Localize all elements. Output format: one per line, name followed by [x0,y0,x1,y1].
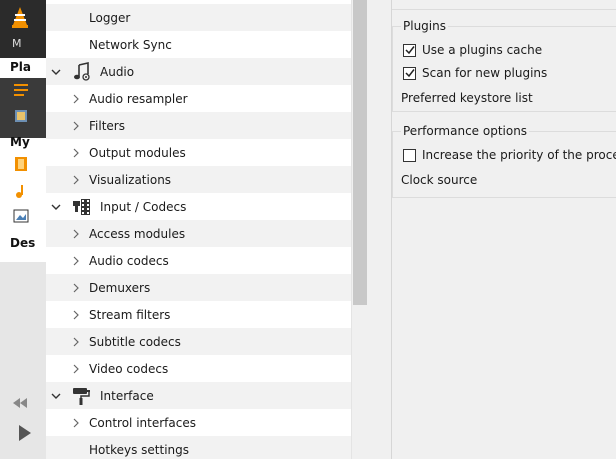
tree-item-label: Output modules [89,145,186,160]
tree-item-demuxers[interactable]: Demuxers [46,274,351,301]
vlc-cone-icon [12,7,28,28]
tree-item-audio[interactable]: Audio [46,58,351,85]
background-devices-label: Des [10,236,36,250]
tree-item-label: Visualizations [89,172,172,187]
tree-item-label: Audio resampler [89,91,188,106]
tree-item-label: Audio codecs [89,253,169,268]
checkmark-icon [404,46,415,55]
tree-item-label: Control interfaces [89,415,196,430]
chevron-down-icon[interactable] [50,201,62,213]
increase-priority-option[interactable]: Increase the priority of the process [403,148,616,162]
scan-new-plugins-label: Scan for new plugins [422,66,548,80]
playlist-icon [14,84,28,96]
use-plugins-cache-option[interactable]: Use a plugins cache [403,43,542,57]
media-library-icon [15,110,27,122]
increase-priority-label: Increase the priority of the process [422,148,616,162]
previous-group-bottom [392,0,616,10]
chevron-right-icon[interactable] [70,174,82,186]
film-icon [15,157,27,171]
background-my-computer-label: My [10,135,30,149]
tree-item-audio-resampler[interactable]: Audio resampler [46,85,351,112]
preferences-tree[interactable]: Logger Network Sync Audio Audio resample… [46,0,351,459]
tree-item-hotkeys-settings[interactable]: Hotkeys settings [46,436,351,459]
tree-item-label: Stream filters [89,307,171,322]
rewind-icon [13,398,27,408]
tree-item-stream-filters[interactable]: Stream filters [46,301,351,328]
tree-item-label: Video codecs [89,361,169,376]
tree-item-label: Audio [100,64,135,79]
tree-item-visualizations[interactable]: Visualizations [46,166,351,193]
chevron-right-icon[interactable] [70,363,82,375]
tree-item-output-modules[interactable]: Output modules [46,139,351,166]
tree-item-control-interfaces[interactable]: Control interfaces [46,409,351,436]
clock-source-row: Clock source [401,173,477,187]
tree-item-label: Access modules [89,226,186,241]
clock-source-label: Clock source [401,173,478,187]
chevron-right-icon[interactable] [70,336,82,348]
tree-item-label: Logger [89,10,131,25]
performance-group-title: Performance options [401,124,530,138]
background-playlist-label: Pla [10,60,32,74]
music-note-icon [74,62,90,81]
tree-item-access-modules[interactable]: Access modules [46,220,351,247]
chevron-right-icon[interactable] [70,309,82,321]
tree-item-filters[interactable]: Filters [46,112,351,139]
chevron-right-icon[interactable] [70,228,82,240]
chevron-down-icon[interactable] [50,390,62,402]
music-icon [16,185,23,198]
tree-item-audio-codecs[interactable]: Audio codecs [46,247,351,274]
tree-item-interface[interactable]: Interface [46,382,351,409]
use-plugins-cache-label: Use a plugins cache [422,43,543,57]
increase-priority-checkbox[interactable] [403,148,416,162]
preferred-keystore-label: Preferred keystore list [401,91,533,105]
performance-group: Performance options Increase the priorit… [392,124,616,198]
chevron-right-icon[interactable] [70,93,82,105]
use-plugins-cache-checkbox[interactable] [403,43,416,57]
play-icon [19,425,31,441]
preferred-keystore-row: Preferred keystore list [401,91,533,105]
scan-new-plugins-option[interactable]: Scan for new plugins [403,66,547,80]
tree-item-label: Network Sync [89,37,172,52]
background-media-label: M [12,37,22,50]
tree-item-label: Subtitle codecs [89,334,181,349]
chevron-right-icon[interactable] [70,120,82,132]
tree-scrollbar[interactable] [351,0,367,459]
chevron-down-icon[interactable] [50,66,62,78]
background-main-window: M Pla My Des [0,0,46,459]
tree-item-label: Hotkeys settings [89,442,189,457]
tree-item-video-codecs[interactable]: Video codecs [46,355,351,382]
plugins-group-title: Plugins [401,19,448,33]
paint-roller-icon [73,388,90,405]
chevron-right-icon[interactable] [70,147,82,159]
chevron-right-icon[interactable] [70,255,82,267]
settings-panel: Plugins Use a plugins cache Scan for new… [367,0,616,459]
tree-item-label: Interface [100,388,154,403]
chevron-right-icon[interactable] [70,282,82,294]
scan-new-plugins-checkbox[interactable] [403,66,416,80]
pictures-icon [13,209,29,223]
tree-item-input-codecs[interactable]: Input / Codecs [46,193,351,220]
input-codecs-icon [73,199,90,215]
tree-item-logger[interactable]: Logger [46,4,351,31]
tree-scrollbar-thumb[interactable] [353,0,367,305]
tree-item-subtitle-codecs[interactable]: Subtitle codecs [46,328,351,355]
chevron-right-icon[interactable] [70,417,82,429]
plugins-group: Plugins Use a plugins cache Scan for new… [392,19,616,112]
tree-item-label: Demuxers [89,280,151,295]
checkmark-icon [404,69,415,78]
tree-item-label: Filters [89,118,125,133]
tree-item-network-sync[interactable]: Network Sync [46,31,351,58]
tree-item-label: Input / Codecs [100,199,187,214]
